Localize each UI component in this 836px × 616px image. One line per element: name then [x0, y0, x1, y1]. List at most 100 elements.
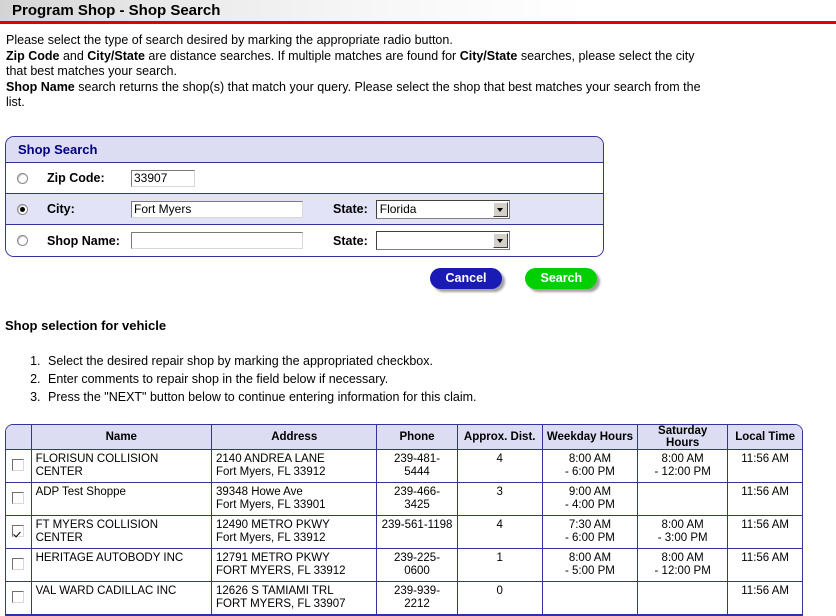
shop-results-table-container: Name Address Phone Approx. Dist. Weekday…	[5, 424, 803, 616]
zip-code-radio-cell[interactable]	[6, 172, 39, 184]
row-select-cell[interactable]	[6, 581, 32, 615]
shop-name-radio-cell[interactable]	[6, 235, 39, 246]
shop-name-state-label: State:	[333, 233, 368, 248]
zip-code-row[interactable]: Zip Code:	[6, 163, 603, 194]
checkbox-icon[interactable]	[12, 492, 25, 505]
step-item: Select the desired repair shop by markin…	[44, 352, 477, 370]
hours-open: 8:00 AM	[568, 453, 612, 465]
hours-close: - 5:00 PM	[565, 565, 615, 577]
cell-saturday-hours: 8:00 AM - 3:00 PM	[637, 515, 729, 549]
city-label: City:	[47, 202, 75, 216]
table-row[interactable]: FLORISUN COLLISION CENTER 2140 ANDREA LAN…	[6, 449, 802, 483]
intro-line2-mid1: and	[59, 48, 88, 63]
column-header-name: Name	[31, 425, 213, 450]
shop-name-input[interactable]	[131, 232, 303, 249]
form-action-buttons: Cancel Search	[430, 268, 598, 289]
address-line-1: 12791 METRO PKWY	[216, 552, 330, 564]
address-line-2: FORT MYERS, FL 33907	[216, 598, 346, 610]
page-title: Program Shop - Shop Search	[12, 2, 221, 19]
hours-open: 7:30 AM	[568, 519, 612, 531]
intro-line-3: Shop Name search returns the shop(s) tha…	[6, 80, 706, 111]
hours-open: 9:00 AM	[568, 486, 612, 498]
cell-weekday-hours: 7:30 AM - 6:00 PM	[542, 515, 639, 549]
step-item: Enter comments to repair shop in the fie…	[44, 370, 477, 388]
cell-address: 12626 S TAMIAMI TRL FORT MYERS, FL 33907	[211, 581, 378, 615]
search-button[interactable]: Search	[525, 268, 598, 289]
cell-saturday-hours: 8:00 AM - 12:00 PM	[637, 449, 729, 483]
cell-phone: 239-466-3425	[376, 482, 458, 516]
shop-search-panel: Shop Search Zip Code: City: State: Flori…	[5, 136, 604, 257]
intro-line-2: Zip Code and City/State are distance sea…	[6, 49, 706, 80]
city-radio-cell[interactable]	[6, 203, 39, 215]
address-line-1: 12626 S TAMIAMI TRL	[216, 585, 334, 597]
city-row[interactable]: City: State: Florida	[6, 194, 603, 225]
cell-approx-dist: 4	[457, 449, 543, 483]
cell-local-time: 11:56 AM	[727, 482, 802, 516]
table-row[interactable]: VAL WARD CADILLAC INC 12626 S TAMIAMI TRL…	[6, 581, 802, 615]
intro-line3-end: search returns the shop(s) that match yo…	[6, 79, 701, 110]
address-line-2: Fort Myers, FL 33901	[216, 499, 326, 511]
shop-name-row[interactable]: Shop Name: State:	[6, 225, 603, 256]
hours-close: - 12:00 PM	[654, 565, 711, 577]
column-header-select	[6, 425, 32, 450]
cell-shop-name: FLORISUN COLLISION CENTER	[31, 449, 213, 483]
cell-phone: 239-939-2212	[376, 581, 458, 615]
cancel-button[interactable]: Cancel	[430, 268, 502, 289]
address-line-1: 12490 METRO PKWY	[216, 519, 330, 531]
zip-code-input[interactable]	[131, 169, 195, 187]
intro-zip-code-emphasis: Zip Code	[6, 48, 60, 63]
row-select-cell[interactable]	[6, 449, 32, 483]
checkbox-icon[interactable]	[12, 558, 25, 571]
cell-shop-name: FT MYERS COLLISION CENTER	[31, 515, 213, 549]
cell-saturday-hours	[637, 482, 729, 516]
city-radio[interactable]	[17, 203, 28, 215]
cell-local-time: 11:56 AM	[727, 581, 802, 615]
zip-code-radio[interactable]	[17, 172, 28, 184]
address-line-1: 2140 ANDREA LANE	[216, 453, 325, 465]
shop-search-panel-header: Shop Search	[6, 137, 603, 163]
cell-approx-dist: 4	[457, 515, 543, 549]
city-state-select[interactable]: Florida	[375, 199, 510, 219]
column-header-local-time: Local Time	[727, 425, 802, 450]
table-row[interactable]: FT MYERS COLLISION CENTER 12490 METRO PKW…	[6, 515, 802, 549]
table-row[interactable]: HERITAGE AUTOBODY INC 12791 METRO PKWY FOR…	[6, 548, 802, 582]
hours-close: - 6:00 PM	[565, 466, 615, 478]
intro-text: Please select the type of search desired…	[6, 33, 706, 111]
shop-name-label: Shop Name:	[47, 233, 120, 248]
table-header-row: Name Address Phone Approx. Dist. Weekday…	[6, 425, 802, 450]
shop-name-radio[interactable]	[17, 235, 28, 246]
cell-saturday-hours	[637, 581, 729, 615]
cell-local-time: 11:56 AM	[727, 449, 802, 483]
city-state-label: State:	[333, 202, 368, 216]
row-select-cell[interactable]	[6, 515, 32, 549]
city-input[interactable]	[131, 200, 303, 218]
intro-city-state-emphasis-2: City/State	[459, 48, 518, 63]
row-select-cell[interactable]	[6, 548, 32, 582]
cell-phone: 239-225-0600	[376, 548, 458, 582]
chevron-down-icon[interactable]	[492, 201, 508, 217]
cell-local-time: 11:56 AM	[727, 548, 802, 582]
cell-approx-dist: 3	[457, 482, 543, 516]
chevron-down-icon[interactable]	[492, 233, 508, 248]
address-line-2: Fort Myers, FL 33912	[216, 532, 326, 544]
address-line-2: Fort Myers, FL 33912	[216, 466, 326, 478]
page-titlebar: Program Shop - Shop Search	[0, 0, 836, 24]
checkbox-icon[interactable]	[12, 459, 25, 472]
hours-open: 8:00 AM	[661, 519, 704, 531]
checkbox-icon[interactable]	[12, 591, 25, 604]
row-select-cell[interactable]	[6, 482, 32, 516]
cell-local-time: 11:56 AM	[727, 515, 802, 549]
cell-shop-name: HERITAGE AUTOBODY INC	[31, 548, 213, 582]
table-row[interactable]: ADP Test Shoppe 39348 Howe Ave Fort Myers,…	[6, 482, 802, 516]
intro-city-state-emphasis: City/State	[87, 48, 145, 63]
hours-close: - 6:00 PM	[565, 532, 615, 544]
checkbox-checked-icon[interactable]	[12, 525, 25, 538]
cell-phone: 239-481-5444	[376, 449, 458, 483]
address-line-1: 39348 Howe Ave	[216, 486, 303, 498]
shop-name-state-select[interactable]	[375, 231, 510, 250]
shop-selection-title: Shop selection for vehicle	[5, 318, 167, 333]
cell-address: 2140 ANDREA LANE Fort Myers, FL 33912	[211, 449, 378, 483]
cell-address: 39348 Howe Ave Fort Myers, FL 33901	[211, 482, 378, 516]
cell-shop-name: VAL WARD CADILLAC INC	[31, 581, 213, 615]
cell-shop-name: ADP Test Shoppe	[31, 482, 213, 516]
